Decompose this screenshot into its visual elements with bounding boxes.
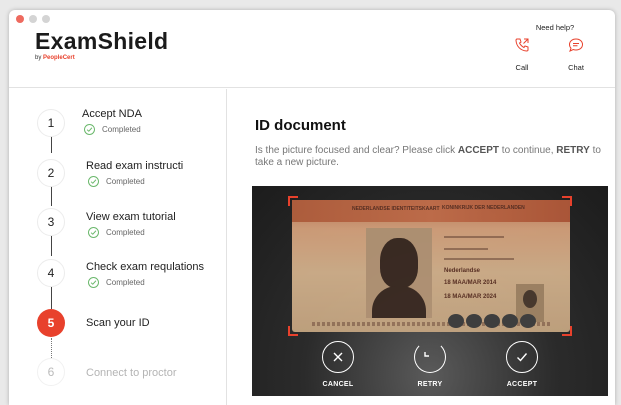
frame-corner — [288, 196, 298, 206]
page-title: ID document — [255, 117, 346, 134]
step-connector — [51, 135, 52, 153]
step-number: 2 — [37, 159, 65, 187]
step-number: 5 — [37, 309, 65, 337]
step-label: View exam tutorial — [86, 211, 176, 223]
step-connector — [51, 338, 52, 358]
header: ExamShield by PeopleCert Need help? Call — [9, 10, 615, 88]
step-number: 4 — [37, 259, 65, 287]
chat-label: Chat — [568, 63, 584, 72]
cancel-label: CANCEL — [322, 381, 354, 388]
step-label: Connect to proctor — [86, 367, 177, 379]
retry-icon — [424, 352, 429, 357]
accept-button[interactable]: ACCEPT — [487, 341, 557, 388]
camera-actions: CANCEL RETRY ACCEPT — [252, 341, 608, 388]
close-icon — [333, 352, 343, 362]
cancel-button[interactable]: CANCEL — [303, 341, 373, 388]
check-icon — [88, 227, 99, 238]
call-button[interactable]: Call — [503, 37, 541, 72]
frame-corner — [562, 326, 572, 336]
check-icon — [517, 353, 528, 362]
instructions-text: Is the picture focused and clear? Please… — [255, 145, 601, 168]
step-number: 1 — [37, 109, 65, 137]
step-status: Completed — [86, 277, 204, 288]
app-window: ExamShield by PeopleCert Need help? Call — [9, 10, 615, 405]
app-name: ExamShield — [35, 28, 169, 54]
check-icon — [84, 124, 95, 135]
check-icon — [88, 277, 99, 288]
retry-button[interactable]: RETRY — [395, 341, 465, 388]
step-label: Scan your ID — [86, 317, 150, 329]
accept-label: ACCEPT — [506, 381, 538, 388]
main-panel: ID document Is the picture focused and c… — [228, 89, 615, 405]
step-status: Completed — [86, 227, 176, 238]
chat-icon — [568, 38, 584, 52]
step-status: Completed — [86, 176, 183, 187]
step-connector — [51, 184, 52, 206]
step-label: Check exam requlations — [86, 261, 205, 273]
step-label: Accept NDA — [82, 108, 142, 120]
id-card-image: NEDERLANDSE IDENTITEITSKAART KONINKRIJK … — [292, 200, 570, 332]
call-label: Call — [515, 63, 529, 72]
camera-preview: NEDERLANDSE IDENTITEITSKAART KONINKRIJK … — [252, 186, 608, 396]
retry-label: RETRY — [417, 381, 443, 388]
logo: ExamShield by PeopleCert — [35, 28, 168, 61]
fingers — [448, 314, 536, 328]
frame-corner — [288, 326, 298, 336]
chat-button[interactable]: Chat — [557, 37, 595, 72]
check-icon — [88, 176, 99, 187]
frame-corner — [562, 196, 572, 206]
step-number: 6 — [37, 358, 65, 386]
help-title: Need help? — [535, 23, 575, 32]
app-byline: by PeopleCert — [35, 55, 75, 61]
step-number: 3 — [37, 208, 65, 236]
steps-sidebar: 1 Accept NDA Completed 2 Read exam instr… — [9, 89, 227, 405]
help-panel: Need help? Call Chat — [503, 23, 595, 72]
step-connector — [51, 287, 52, 309]
step-connector — [51, 236, 52, 256]
step-label: Read exam instructi — [86, 160, 184, 172]
step-status: Completed — [82, 124, 142, 135]
phone-icon — [515, 38, 529, 52]
